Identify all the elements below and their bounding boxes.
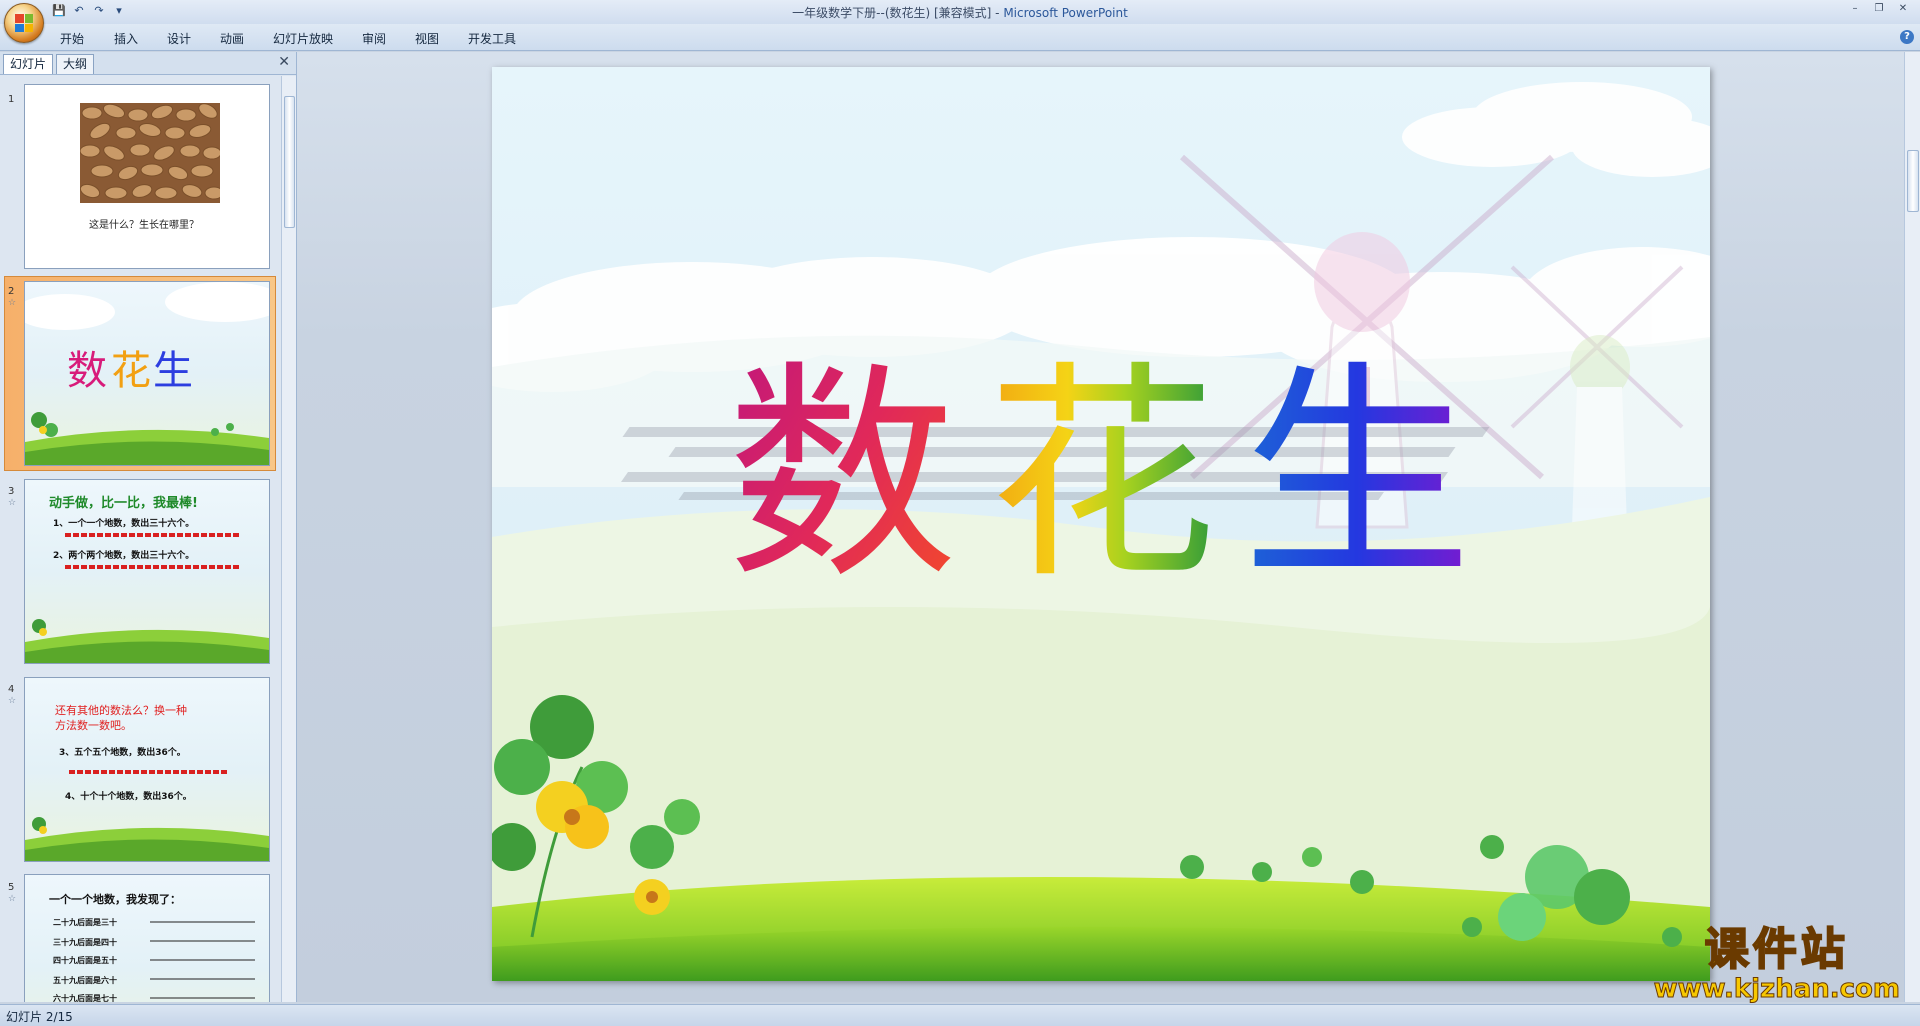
tab-outline[interactable]: 大纲 xyxy=(56,54,95,74)
tab-home[interactable]: 开始 xyxy=(60,30,84,47)
thumb-row: 五十九后面是六十 xyxy=(53,976,117,985)
watermark-logo: 课件站 www.kjzhan.com xyxy=(1653,924,1900,1004)
tab-animations[interactable]: 动画 xyxy=(220,30,244,47)
watermark-title: 课件站 xyxy=(1704,924,1849,976)
restore-button[interactable]: ❐ xyxy=(1868,2,1890,16)
app-name: Microsoft PowerPoint xyxy=(1003,6,1128,20)
thumbnail-scrollbar[interactable] xyxy=(281,76,296,1002)
editor-scrollbar[interactable] xyxy=(1904,52,1920,1002)
thumbnail-list: 1 这是什么？生长在哪里？ 2 ☆ 数 花 生 3 ☆ 动手做，比一比，我最棒!… xyxy=(0,76,280,1002)
thumb-heading: 一个一个地数，我发现了： xyxy=(49,893,181,906)
slide-number: 1 xyxy=(8,94,15,105)
slide-thumbnail-5[interactable]: 一个一个地数，我发现了： 二十九后面是三十 三十九后面是四十 四十九后面是五十 … xyxy=(24,874,270,1002)
tab-slides[interactable]: 幻灯片 xyxy=(3,54,54,74)
scrollbar-thumb[interactable] xyxy=(284,96,295,228)
close-button[interactable]: ✕ xyxy=(1892,2,1914,16)
thumb-heading-2: 方法数一数吧。 xyxy=(55,719,132,732)
thumb-number-lines xyxy=(150,921,255,1001)
thumb-title-char: 生 xyxy=(153,348,193,394)
thumb-red-note xyxy=(69,770,229,774)
slide-title[interactable]: 数 花 生 xyxy=(727,357,1527,597)
window-title: 一年级数学下册--(数花生) [兼容模式] - Microsoft PowerP… xyxy=(0,4,1920,21)
animation-star-icon: ☆ xyxy=(8,298,17,308)
animation-star-icon: ☆ xyxy=(8,894,17,904)
slide-thumbnail-3[interactable]: 动手做，比一比，我最棒! 1、一个一个地数，数出三十六个。 2、两个两个地数，数… xyxy=(24,479,270,664)
thumb-caption: 这是什么？生长在哪里？ xyxy=(89,220,199,231)
thumb-row: 二十九后面是三十 xyxy=(53,918,117,927)
thumb-red-note xyxy=(65,533,240,537)
slide-thumbnail-1[interactable]: 这是什么？生长在哪里？ xyxy=(24,84,270,269)
thumb-line: 3、五个五个地数，数出36个。 xyxy=(59,748,186,758)
window-controls: – ❐ ✕ xyxy=(1844,2,1914,16)
slide-number: 3 xyxy=(8,486,15,497)
document-title: 一年级数学下册--(数花生) [兼容模式] - xyxy=(792,6,1004,20)
thumb-line: 1、一个一个地数，数出三十六个。 xyxy=(53,519,195,529)
watermark-url: www.kjzhan.com xyxy=(1653,974,1900,1004)
thumb-title-char: 数 xyxy=(67,348,107,394)
thumb-red-note xyxy=(65,565,240,569)
close-pane-icon[interactable]: ✕ xyxy=(278,54,290,70)
thumb-line: 4、十个十个地数，数出36个。 xyxy=(65,792,192,802)
slide-count-status: 幻灯片 2/15 xyxy=(6,1010,73,1024)
slide-thumbnail-2[interactable]: 数 花 生 xyxy=(24,281,270,466)
tab-insert[interactable]: 插入 xyxy=(114,30,138,47)
office-logo-icon xyxy=(15,14,33,32)
thumb-row: 六十九后面是七十 xyxy=(53,994,117,1002)
tab-slide-show[interactable]: 幻灯片放映 xyxy=(273,30,333,47)
scrollbar-thumb[interactable] xyxy=(1907,150,1919,212)
minimize-button[interactable]: – xyxy=(1844,2,1866,16)
peanuts-image xyxy=(80,103,220,203)
slide-number: 2 xyxy=(8,286,15,297)
thumb-heading: 还有其他的数法么？换一种 xyxy=(55,704,187,717)
tab-view[interactable]: 视图 xyxy=(415,30,439,47)
thumb-line: 2、两个两个地数，数出三十六个。 xyxy=(53,551,195,561)
animation-star-icon: ☆ xyxy=(8,498,17,508)
title-bar: 💾 ↶ ↷ ▾ 一年级数学下册--(数花生) [兼容模式] - Microsof… xyxy=(0,0,1920,24)
ribbon-tab-bar: 开始 插入 设计 动画 幻灯片放映 审阅 视图 开发工具 xyxy=(0,24,1920,51)
slides-pane: 幻灯片 大纲 ✕ 1 这是什么？生长在哪里？ 2 ☆ 数 花 生 3 ☆ 动手做… xyxy=(0,52,297,1002)
thumb-title-char: 花 xyxy=(111,348,151,394)
thumb-row: 三十九后面是四十 xyxy=(53,938,117,947)
tab-design[interactable]: 设计 xyxy=(167,30,191,47)
tab-developer[interactable]: 开发工具 xyxy=(468,30,516,47)
status-bar: 幻灯片 2/15 xyxy=(0,1004,1920,1026)
help-icon[interactable]: ? xyxy=(1900,30,1914,44)
pane-tab-bar: 幻灯片 大纲 ✕ xyxy=(0,52,296,75)
current-slide[interactable]: 数 花 生 xyxy=(492,67,1710,981)
slide-number: 4 xyxy=(8,684,15,695)
title-char-3: 生 xyxy=(1242,343,1473,610)
animation-star-icon: ☆ xyxy=(8,696,17,706)
slide-number: 5 xyxy=(8,882,15,893)
title-char-1: 数 xyxy=(727,343,958,610)
slide-thumbnail-4[interactable]: 还有其他的数法么？换一种 方法数一数吧。 3、五个五个地数，数出36个。 4、十… xyxy=(24,677,270,862)
tab-review[interactable]: 审阅 xyxy=(362,30,386,47)
thumb-row: 四十九后面是五十 xyxy=(53,956,117,965)
thumb-heading: 动手做，比一比，我最棒! xyxy=(49,496,198,511)
office-button[interactable] xyxy=(4,3,44,43)
title-char-2: 花 xyxy=(987,343,1218,610)
